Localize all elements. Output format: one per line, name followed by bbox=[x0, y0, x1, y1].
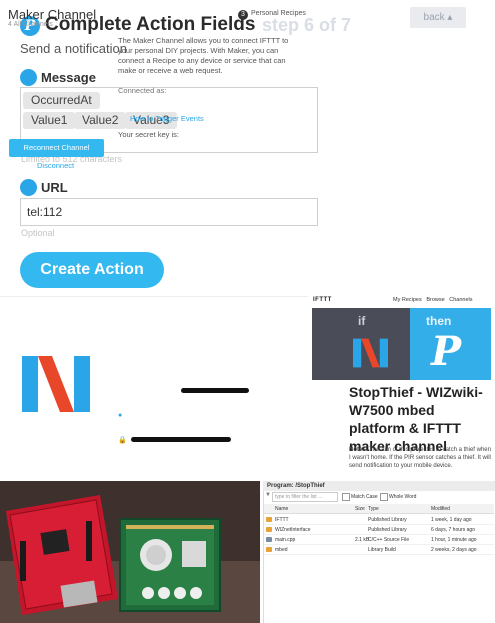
step-indicator: step 6 of 7 bbox=[262, 15, 352, 35]
message-p-icon bbox=[20, 69, 37, 86]
maker-channel-subtitle[interactable]: 4 All Channels bbox=[8, 21, 53, 28]
recipe-notes: Notes: The aim of this project is to cat… bbox=[349, 446, 491, 470]
folder-icon bbox=[266, 517, 272, 522]
column-modified[interactable]: Modified bbox=[431, 506, 450, 512]
match-case-label: Match Case bbox=[351, 494, 378, 500]
hardware-photo bbox=[0, 481, 260, 623]
back-button[interactable]: back ▴ bbox=[410, 7, 466, 28]
column-name[interactable]: Name bbox=[275, 506, 288, 512]
file-type: Published Library bbox=[368, 527, 407, 533]
how-to-trigger-events-link[interactable]: How to Trigger Events bbox=[130, 114, 204, 123]
file-modified: 1 week, 1 day ago bbox=[431, 517, 472, 523]
file-name: main.cpp bbox=[275, 537, 296, 543]
hardware-boards-illustration bbox=[0, 481, 260, 623]
message-label: Message bbox=[41, 70, 96, 85]
url-p-icon bbox=[20, 179, 37, 196]
recipe-title: StopThief - WIZwiki-W7500 mbed platform … bbox=[349, 384, 483, 454]
file-table-header bbox=[264, 504, 494, 514]
notes-label: Notes: bbox=[349, 447, 368, 453]
maker-m-logo-icon bbox=[22, 356, 90, 412]
notes-text: The aim of this project is to catch a th… bbox=[349, 447, 491, 469]
whole-word-checkbox[interactable] bbox=[380, 493, 388, 501]
connected-as-label: Connected as: bbox=[118, 86, 167, 95]
file-icon bbox=[266, 537, 272, 542]
redacted-username bbox=[181, 388, 249, 393]
then-label: then bbox=[426, 314, 452, 328]
filter-input[interactable]: type to filter the list ... bbox=[272, 492, 338, 502]
personal-recipes-count: 3 bbox=[238, 10, 248, 20]
file-name: mbed bbox=[275, 547, 288, 553]
file-modified: 1 hour, 1 minute ago bbox=[431, 537, 477, 543]
ingredient-chip[interactable]: Value2 bbox=[74, 112, 127, 129]
ingredient-chip[interactable]: Value1 bbox=[23, 112, 76, 129]
maker-channel-title: Maker Channel bbox=[8, 7, 97, 22]
nav-browse[interactable]: Browse bbox=[426, 297, 444, 303]
file-name: WIZnetInterface bbox=[275, 527, 311, 533]
nav-my-recipes[interactable]: My Recipes bbox=[393, 297, 422, 303]
disconnect-link[interactable]: Disconnect bbox=[37, 161, 74, 170]
maker-description: The Maker Channel allows you to connect … bbox=[118, 36, 289, 75]
folder-icon bbox=[266, 527, 272, 532]
file-type: Published Library bbox=[368, 517, 407, 523]
file-modified: 6 days, 7 hours ago bbox=[431, 527, 475, 533]
pushover-p-icon: P bbox=[431, 328, 462, 375]
whole-word-label: Whole Word bbox=[389, 494, 417, 500]
secret-key-label: Your secret key is: bbox=[118, 130, 179, 139]
nav-channels[interactable]: Channels bbox=[449, 297, 472, 303]
program-path-header: Program: /StopThief bbox=[263, 481, 495, 491]
if-label: if bbox=[358, 314, 366, 328]
url-field[interactable]: tel:112 bbox=[20, 198, 318, 226]
ingredient-chip[interactable]: OccurredAt bbox=[23, 92, 100, 109]
bullet-icon: ● bbox=[118, 412, 123, 419]
folder-icon bbox=[266, 547, 272, 552]
ifttt-nav: My Recipes Browse Channels bbox=[393, 297, 473, 303]
file-type: Library Build bbox=[368, 547, 396, 553]
file-name: IFTTT bbox=[275, 517, 289, 523]
url-hint: Optional bbox=[21, 228, 55, 238]
filter-funnel-icon: ▼ bbox=[265, 492, 271, 498]
maker-m-small-icon bbox=[353, 338, 388, 368]
column-type[interactable]: Type bbox=[368, 506, 379, 512]
redacted-secret-key bbox=[131, 437, 231, 442]
reconnect-channel-button[interactable]: Reconnect Channel bbox=[9, 139, 104, 157]
ifttt-brand[interactable]: IFTTT bbox=[313, 297, 332, 303]
lock-icon: 🔒 bbox=[118, 437, 127, 444]
url-label: URL bbox=[41, 180, 68, 195]
page-subtitle: Send a notification bbox=[20, 41, 127, 56]
create-action-button[interactable]: Create Action bbox=[20, 252, 164, 288]
match-case-checkbox[interactable] bbox=[342, 493, 350, 501]
file-type: C/C++ Source File bbox=[368, 537, 410, 543]
column-size[interactable]: Size bbox=[355, 506, 365, 512]
personal-recipes-link[interactable]: Personal Recipes bbox=[251, 10, 306, 17]
file-modified: 2 weeks, 2 days ago bbox=[431, 547, 477, 553]
